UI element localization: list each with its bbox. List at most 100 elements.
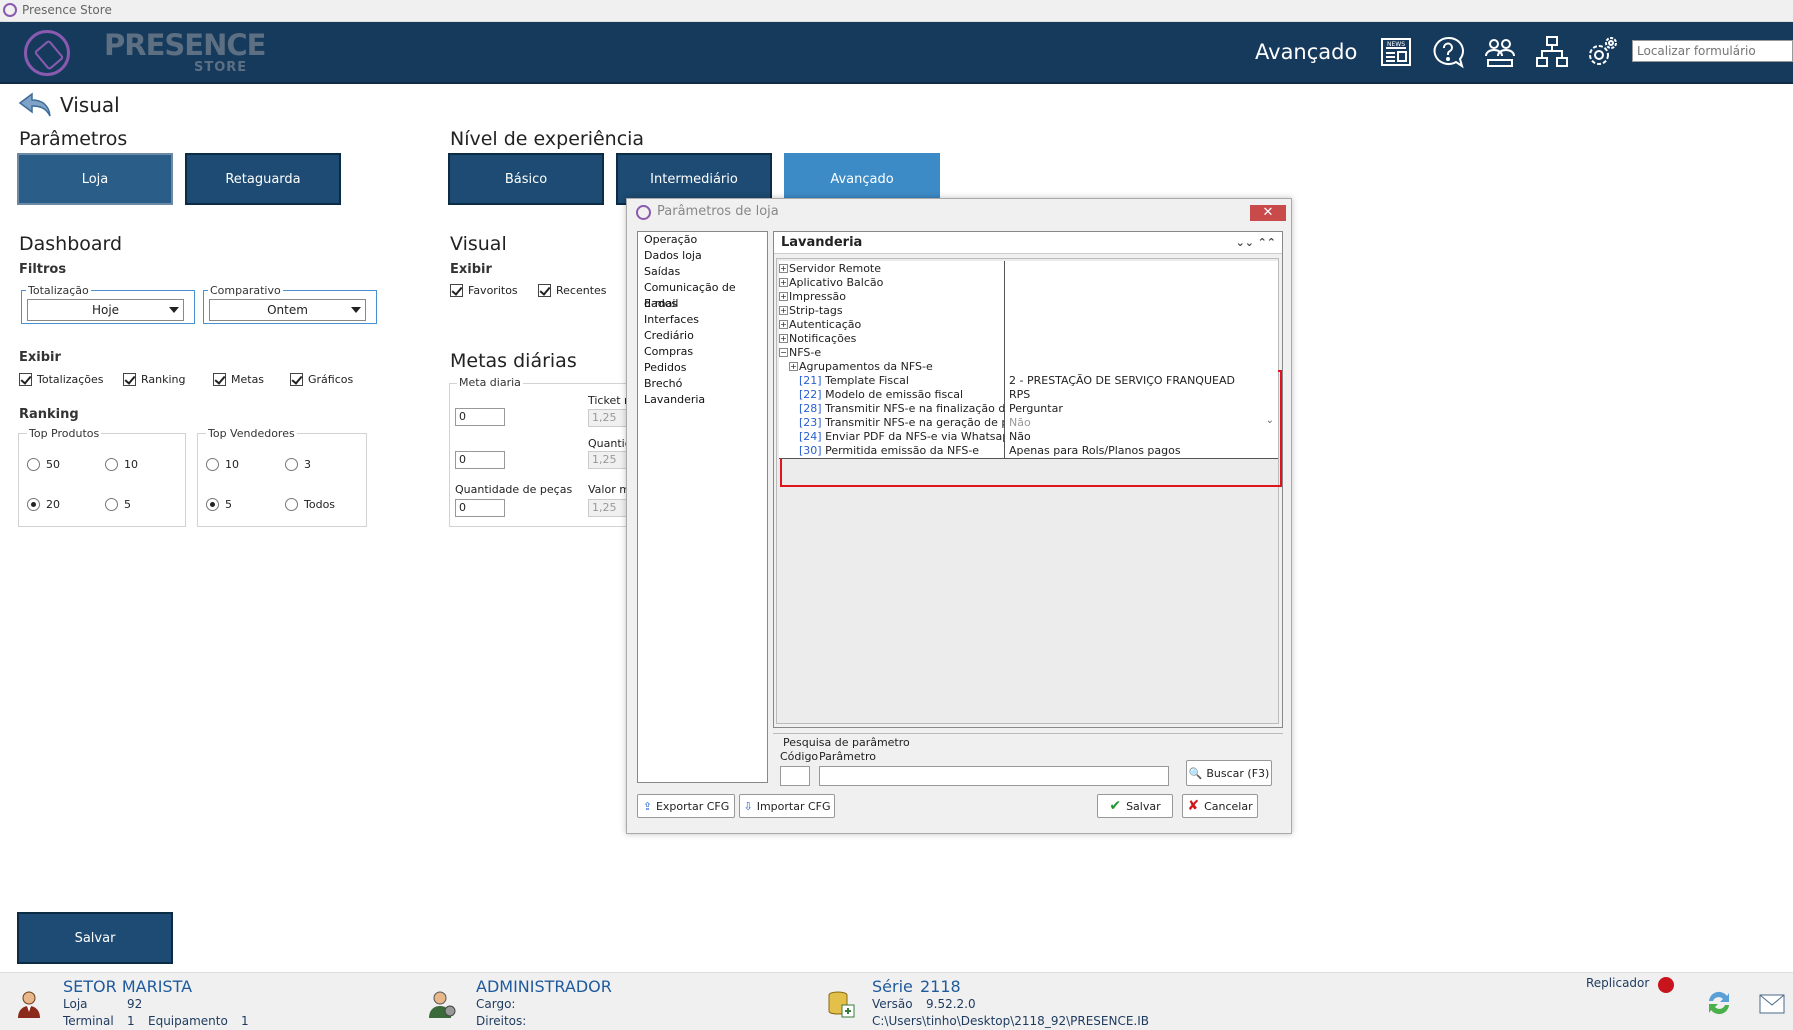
logo-icon [24,30,70,76]
ticket-input: 1,25 [588,409,628,427]
param-row[interactable]: [30] Permitida emissão da NFS-e Apenas pa… [779,443,1278,459]
dialog-close-button[interactable]: ✕ [1250,205,1286,221]
totalizacao-select[interactable]: Hoje [27,299,184,321]
expand-plus-icon[interactable]: + [779,306,788,315]
logo-subtext: STORE [194,60,248,75]
param-key: [21] Template Fiscal [779,373,1005,388]
top-vendedores-radio-10[interactable]: 10 [206,458,239,471]
param-key: + Aplicativo Balcão [779,275,1005,290]
param-value[interactable] [1007,275,1277,290]
expand-plus-icon[interactable]: + [789,362,798,371]
importar-cfg-button[interactable]: ⇩ Importar CFG [739,794,835,818]
expand-all-icon[interactable]: ⌄⌄ [1236,232,1254,254]
graficos-checkbox[interactable]: Gráficos [290,373,353,386]
replicador-label: Replicador [1586,976,1650,990]
param-value[interactable] [1007,331,1277,346]
message-icon[interactable] [1758,989,1788,1017]
top-produtos-radio-20[interactable]: 20 [27,498,60,511]
dialog-nav-item[interactable]: Pedidos [638,360,767,376]
metas-checkbox[interactable]: Metas [213,373,264,386]
param-value[interactable]: Não [1007,429,1277,444]
experience-mode-label: Avançado [1255,40,1358,64]
expand-plus-icon[interactable]: + [779,264,788,273]
expand-plus-icon[interactable]: + [779,292,788,301]
dialog-nav-item[interactable]: Comunicação de dados [638,280,767,310]
users-icon[interactable] [1482,34,1518,70]
news-icon[interactable]: NEWS [1378,34,1414,70]
basico-button[interactable]: Básico [448,153,604,205]
panel-title: Lavanderia ⌄⌄ ⌃⌃ [774,232,1282,254]
exportar-cfg-button[interactable]: ⇪ Exportar CFG [637,794,735,818]
dialog-cancelar-button[interactable]: ✘ Cancelar [1182,794,1258,818]
param-value[interactable]: RPS [1007,387,1277,402]
collapse-minus-icon[interactable]: − [779,348,788,357]
collapse-all-icon[interactable]: ⌃⌃ [1258,232,1276,254]
top-produtos-label: Top Produtos [27,427,102,440]
retaguarda-button[interactable]: Retaguarda [185,153,341,205]
param-value[interactable]: Apenas para Rols/Planos pagos [1007,443,1277,458]
dialog-nav-item[interactable]: Brechó [638,376,767,392]
versao-value: 9.52.2.0 [926,997,976,1011]
parametro-input[interactable] [819,766,1169,786]
param-key: + Servidor Remote [779,261,1005,276]
param-value[interactable]: Perguntar [1007,401,1277,416]
meta-diaria-input[interactable]: 0 [455,408,505,426]
dialog-nav-item[interactable]: Interfaces [638,312,767,328]
expand-plus-icon[interactable]: + [779,320,788,329]
param-value[interactable] [1007,359,1277,374]
dialog-nav-item[interactable]: Dados loja [638,248,767,264]
param-value[interactable]: 2 - PRESTAÇÃO DE SERVIÇO FRANQUEAD [1007,373,1277,388]
top-vendedores-radio-5[interactable]: 5 [206,498,232,511]
param-key: + Notificações [779,331,1005,346]
direitos-label: Direitos: [476,1014,527,1028]
exibir-label: Exibir [19,350,61,365]
qtd-pecas-input[interactable]: 0 [455,499,505,517]
chevron-down-icon[interactable]: ⌄ [1266,415,1274,426]
comparativo-select[interactable]: Ontem [209,299,366,321]
param-value[interactable] [1007,261,1277,276]
search-form-input[interactable] [1632,40,1793,62]
back-arrow-icon[interactable] [18,92,52,118]
settings-icon[interactable] [1584,34,1620,70]
buscar-button[interactable]: 🔍 Buscar (F3) [1186,760,1272,786]
network-icon[interactable] [1534,34,1570,70]
dialog-nav-item[interactable]: Compras [638,344,767,360]
recentes-checkbox[interactable]: Recentes [538,284,607,297]
dialog-nav-item[interactable]: Crediário [638,328,767,344]
sync-icon[interactable] [1703,987,1735,1019]
help-chat-icon[interactable] [1430,34,1466,70]
store-user-icon [14,989,44,1019]
top-vendedores-radio-3[interactable]: 3 [285,458,311,471]
parametros-heading: Parâmetros [19,128,128,150]
dialog-nav-item[interactable]: Lavanderia [638,392,767,408]
param-value[interactable] [1007,289,1277,304]
dialog-nav-item[interactable]: E-mail [638,296,767,312]
totalizacoes-checkbox[interactable]: Totalizações [19,373,104,386]
top-produtos-radio-10[interactable]: 10 [105,458,138,471]
check-icon: ✔ [1109,798,1122,814]
param-value[interactable]: Não [1007,415,1277,430]
favoritos-checkbox[interactable]: Favoritos [450,284,518,297]
param-value[interactable] [1007,317,1277,332]
dialog-nav-item[interactable]: Saídas [638,264,767,280]
admin-user-icon [427,989,457,1019]
salvar-main-button[interactable]: Salvar [17,912,173,964]
top-vendedores-radio-todos[interactable]: Todos [285,498,335,511]
parametros-loja-dialog: Parâmetros de loja ✕ Operação Dados loja S… [626,198,1292,834]
expand-plus-icon[interactable]: + [779,278,788,287]
top-produtos-radio-50[interactable]: 50 [27,458,60,471]
top-produtos-radio-5[interactable]: 5 [105,498,131,511]
status-footer: SETOR MARISTA Loja 92 Terminal 1 Equipam… [0,972,1793,1030]
expand-plus-icon[interactable]: + [779,334,788,343]
metas-diarias-heading: Metas diárias [450,350,577,372]
param-value[interactable] [1007,345,1277,360]
codigo-input[interactable] [780,766,810,786]
window-titlebar: Presence Store [0,0,1793,22]
dialog-nav-item[interactable]: Operação [638,232,767,248]
meta-secondary-input[interactable]: 0 [455,451,505,469]
visual-heading: Visual [450,233,507,255]
ranking-checkbox[interactable]: Ranking [123,373,186,386]
dialog-salvar-button[interactable]: ✔ Salvar [1097,794,1173,818]
loja-button[interactable]: Loja [17,153,173,205]
param-value[interactable] [1007,303,1277,318]
